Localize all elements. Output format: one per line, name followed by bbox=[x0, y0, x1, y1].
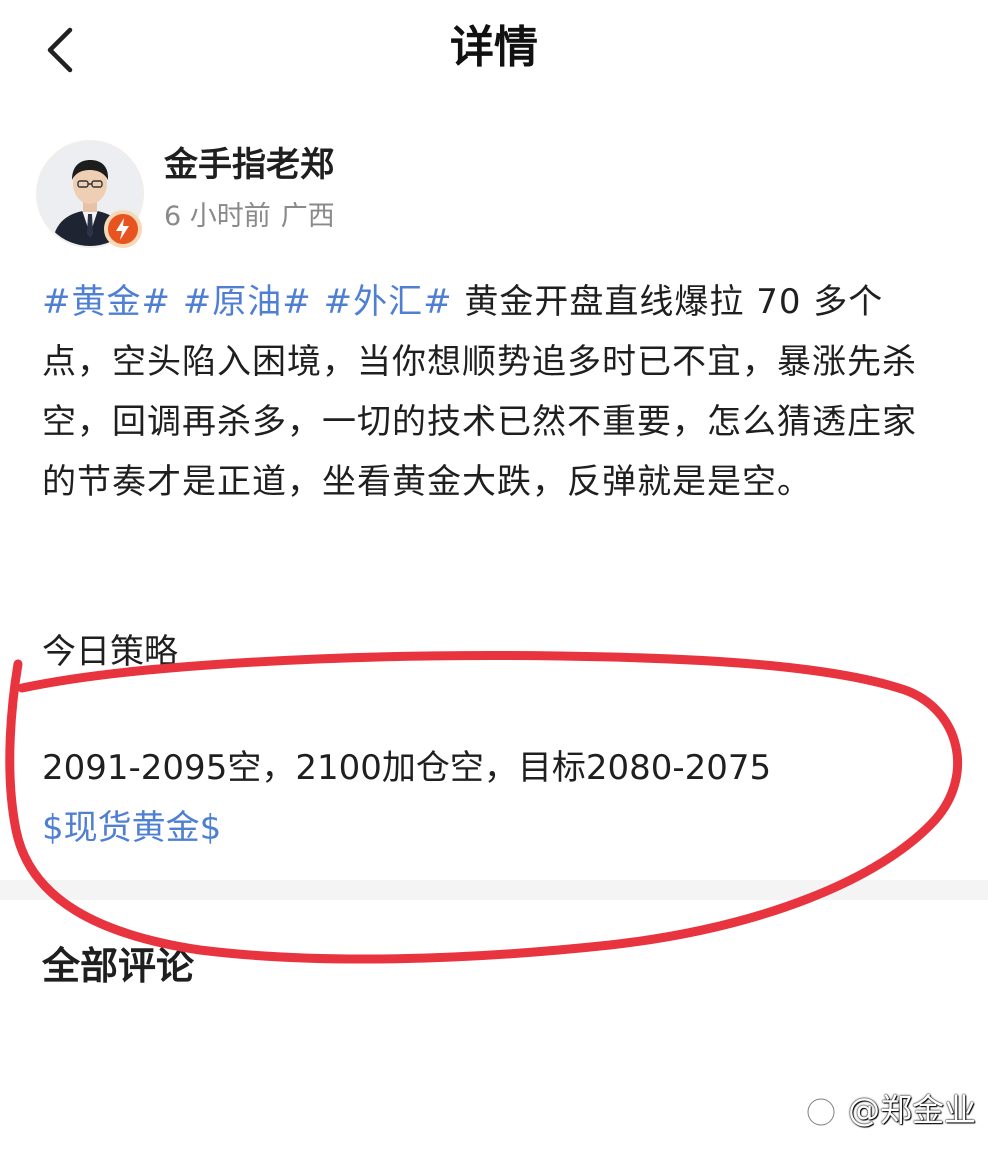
strategy-title: 今日策略 bbox=[42, 632, 178, 672]
post-location: 广西 bbox=[280, 201, 335, 232]
post-content: #黄金# #原油# #外汇# 黄金开盘直线爆拉 70 多个点，空头陷入困境，当你… bbox=[42, 272, 942, 512]
weibo-logo-icon bbox=[804, 1095, 838, 1129]
post-time: 6 小时前 bbox=[164, 201, 271, 232]
comments-title: 全部评论 bbox=[42, 944, 195, 988]
lightning-badge-icon bbox=[104, 210, 142, 248]
section-divider bbox=[0, 880, 988, 900]
post-text: 黄金开盘直线爆拉 70 多个点，空头陷入困境，当你想顺势追多时已不宜，暴涨先杀空… bbox=[42, 282, 917, 502]
top-nav-bar: 详情 bbox=[0, 0, 988, 100]
strategy-text: 2091-2095空，2100加仓空，目标2080-2075 bbox=[42, 748, 772, 788]
watermark-text: @郑金业 bbox=[847, 1091, 976, 1129]
author-name[interactable]: 金手指老郑 bbox=[164, 142, 334, 188]
hashtag-link[interactable]: #原油# bbox=[183, 282, 312, 322]
hashtag-link[interactable]: #外汇# bbox=[324, 282, 453, 322]
watermark: @郑金业 bbox=[804, 1088, 976, 1132]
page-title: 详情 bbox=[450, 22, 538, 73]
post-meta: 6 小时前 广西 bbox=[164, 198, 335, 236]
author-info: 金手指老郑 6 小时前 广西 bbox=[36, 140, 636, 252]
stock-tag-link[interactable]: $现货黄金$ bbox=[42, 804, 221, 852]
hashtag-link[interactable]: #黄金# bbox=[42, 282, 171, 322]
